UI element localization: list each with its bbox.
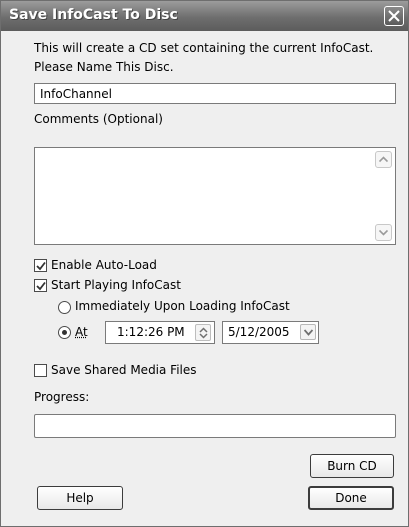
time-spinner[interactable] [195,324,211,341]
scroll-up-button[interactable] [375,151,392,168]
checkmark-icon [36,281,46,291]
radio-at-label: At [75,325,88,339]
comments-textarea[interactable] [34,147,396,245]
start-playing-label: Start Playing InfoCast [51,278,181,292]
title-bar[interactable]: Save InfoCast To Disc [1,1,408,31]
intro-line-1: This will create a CD set containing the… [34,41,374,55]
help-button[interactable]: Help [37,486,123,510]
close-button[interactable] [384,6,404,26]
date-dropdown-button[interactable] [300,324,316,340]
checkmark-icon [36,261,46,271]
radio-immediately[interactable] [58,301,71,314]
close-icon [388,10,400,22]
radio-selected-dot [62,330,67,335]
save-shared-media-checkbox[interactable] [34,364,47,377]
radio-immediately-label: Immediately Upon Loading InfoCast [75,299,290,313]
save-infocast-dialog: Save InfoCast To Disc This will create a… [0,0,409,527]
progress-label: Progress: [34,390,90,404]
date-value: 5/12/2005 [228,325,290,339]
enable-autoload-checkbox[interactable] [34,259,47,272]
scroll-up-arrow-icon [379,156,388,163]
scroll-down-button[interactable] [375,224,392,241]
disc-name-input[interactable]: InfoChannel [34,83,396,104]
window-title: Save InfoCast To Disc [9,7,178,23]
save-shared-media-label: Save Shared Media Files [51,363,197,377]
enable-autoload-label: Enable Auto-Load [51,258,157,272]
spin-arrows-icon [199,327,208,339]
done-button[interactable]: Done [308,486,394,510]
time-value: 1:12:26 PM [117,325,185,339]
intro-line-2: Please Name This Disc. [34,60,174,74]
radio-at[interactable] [58,326,71,339]
date-picker[interactable]: 5/12/2005 [222,321,319,344]
disc-name-value: InfoChannel [40,87,112,101]
comments-label: Comments (Optional) [34,112,163,126]
scroll-down-arrow-icon [379,229,388,236]
chevron-down-icon [304,329,313,336]
progress-bar [34,414,396,438]
start-playing-checkbox[interactable] [34,279,47,292]
burn-cd-button[interactable]: Burn CD [310,454,394,478]
